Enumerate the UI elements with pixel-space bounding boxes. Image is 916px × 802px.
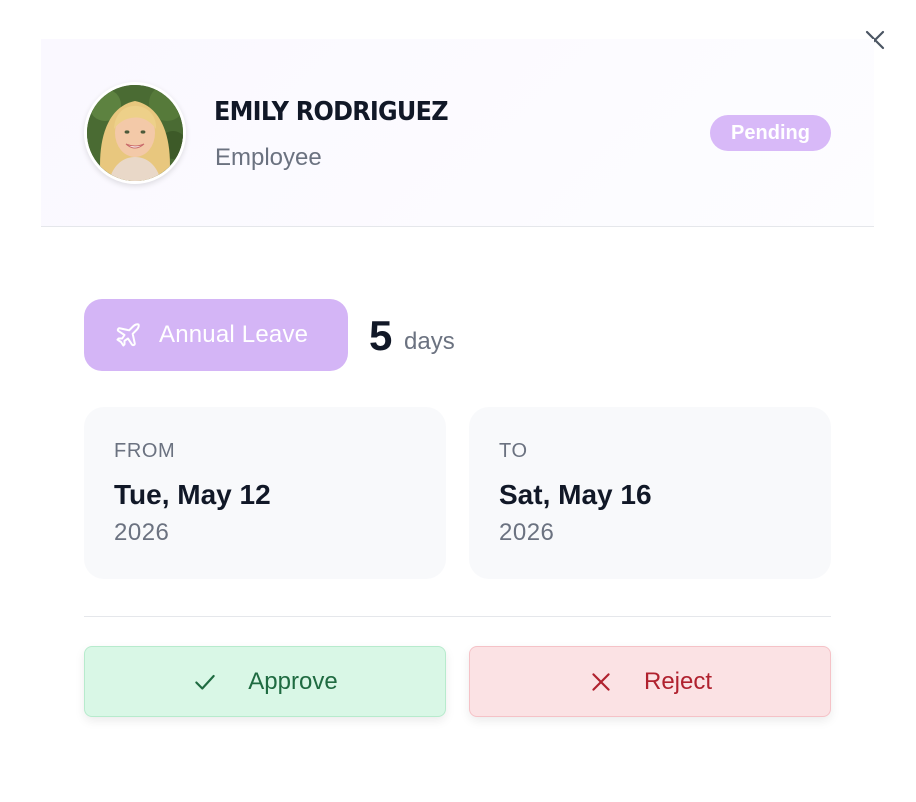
from-year: 2026 [114, 519, 170, 546]
reject-label: Reject [643, 667, 713, 695]
avatar [84, 82, 186, 184]
approve-label: Approve [248, 667, 338, 695]
days-count: 5 [369, 312, 393, 359]
employee-header: EMILY RODRIGUEZ Employee Pending [41, 39, 874, 227]
plane-icon [114, 321, 142, 349]
status-badge: Pending [710, 115, 831, 151]
employee-name: EMILY RODRIGUEZ [214, 97, 449, 127]
leave-type-badge: Annual Leave [84, 299, 348, 371]
employee-role: Employee [215, 144, 322, 171]
reject-button[interactable]: Reject [469, 646, 831, 717]
check-icon [192, 669, 218, 695]
to-year: 2026 [499, 519, 555, 546]
leave-type-label: Annual Leave [159, 321, 309, 348]
divider [84, 616, 831, 617]
days-unit: days [404, 328, 455, 355]
to-date: Sat, May 16 [499, 479, 652, 510]
from-date-card: FROM Tue, May 12 2026 [84, 407, 446, 579]
to-date-card: TO Sat, May 16 2026 [469, 407, 831, 579]
leave-request-modal: EMILY RODRIGUEZ Employee Pending Annual … [0, 0, 916, 802]
from-caption: FROM [114, 440, 176, 462]
approve-button[interactable]: Approve [84, 646, 446, 717]
from-date: Tue, May 12 [114, 479, 271, 510]
to-caption: TO [499, 440, 528, 462]
x-icon [588, 669, 614, 695]
